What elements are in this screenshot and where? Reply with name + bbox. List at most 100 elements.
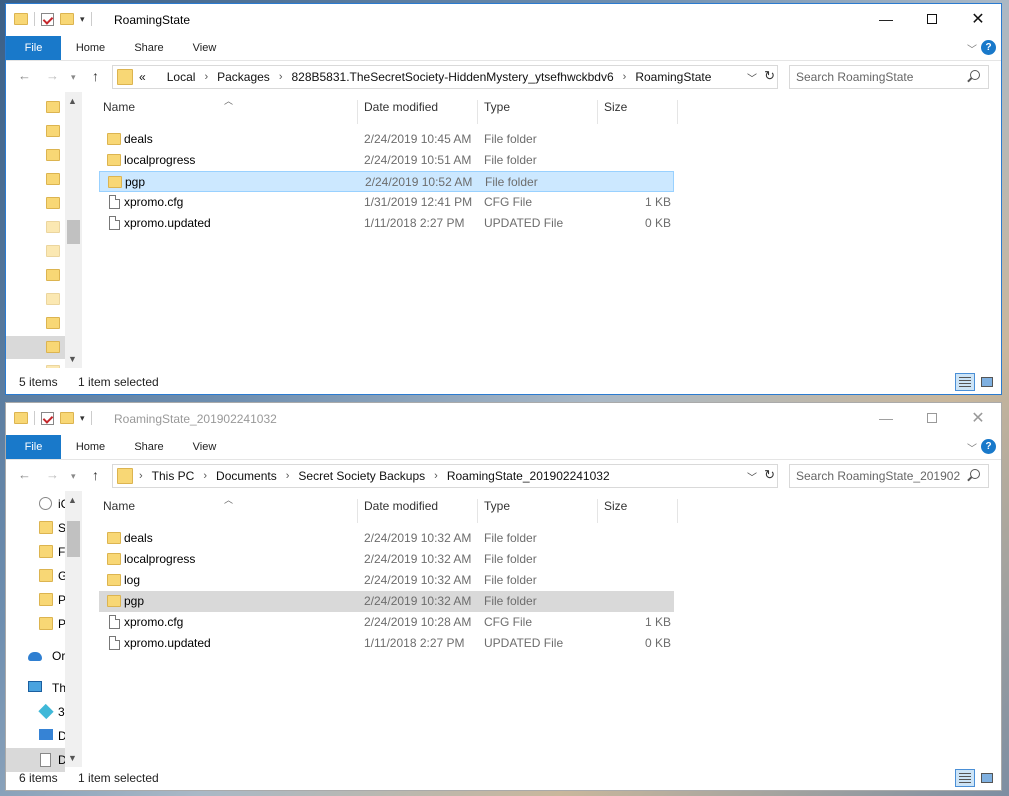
- new-folder-icon[interactable]: [60, 412, 74, 424]
- refresh-icon[interactable]: ↻: [764, 68, 775, 84]
- column-header-name[interactable]: Name: [103, 499, 135, 521]
- refresh-icon[interactable]: ↻: [764, 467, 775, 483]
- column-divider[interactable]: [477, 499, 478, 523]
- column-header-date[interactable]: Date modified: [364, 100, 438, 122]
- file-list[interactable]: ︿ Name Date modified Type Size deals 2/2…: [99, 491, 999, 767]
- back-button[interactable]: ←: [18, 68, 31, 83]
- tab-home[interactable]: Home: [68, 435, 113, 459]
- properties-icon[interactable]: [41, 12, 54, 26]
- details-view-button[interactable]: [955, 769, 975, 787]
- nav-item-icloud[interactable]: iC: [6, 492, 65, 516]
- table-row[interactable]: xpromo.updated 1/11/2018 2:27 PM UPDATED…: [99, 633, 674, 654]
- tab-file[interactable]: File: [6, 435, 61, 459]
- new-folder-icon[interactable]: [60, 13, 74, 25]
- column-divider[interactable]: [357, 499, 358, 523]
- nav-item[interactable]: [6, 360, 65, 368]
- column-divider[interactable]: [597, 499, 598, 523]
- search-icon[interactable]: [970, 70, 980, 80]
- search-icon[interactable]: [970, 469, 980, 479]
- nav-item-3d-objects[interactable]: 3: [6, 700, 65, 724]
- search-box[interactable]: [789, 464, 989, 488]
- customize-toolbar-icon[interactable]: ▾: [80, 413, 85, 424]
- title-bar[interactable]: ▾ RoamingState_201902241032 — ✕: [6, 403, 1001, 435]
- navigation-pane[interactable]: ▲ ▼: [6, 92, 82, 368]
- nav-item[interactable]: [6, 192, 65, 215]
- recent-locations-button[interactable]: ▾: [71, 72, 76, 83]
- tab-share[interactable]: Share: [124, 36, 174, 60]
- search-input[interactable]: [796, 70, 961, 84]
- nav-item[interactable]: [6, 288, 65, 311]
- tab-share[interactable]: Share: [124, 435, 174, 459]
- large-icons-view-button[interactable]: [977, 769, 997, 787]
- up-button[interactable]: ↑: [92, 467, 99, 483]
- nav-item[interactable]: [6, 312, 65, 335]
- navigation-pane[interactable]: iC S F G P P Or Th 3 D D ▲ ▼: [6, 491, 82, 772]
- explorer-window-backup[interactable]: ▾ RoamingState_201902241032 — ✕ File Hom…: [5, 402, 1002, 791]
- nav-item[interactable]: [6, 120, 65, 143]
- table-row[interactable]: localprogress 2/24/2019 10:51 AM File fo…: [99, 150, 674, 171]
- tab-file[interactable]: File: [6, 36, 61, 60]
- scroll-thumb[interactable]: [67, 220, 80, 244]
- breadcrumb-item[interactable]: Local: [167, 70, 196, 84]
- tab-view[interactable]: View: [182, 36, 227, 60]
- breadcrumb-overflow[interactable]: «: [139, 70, 146, 84]
- back-button[interactable]: ←: [18, 467, 31, 482]
- search-box[interactable]: [789, 65, 989, 89]
- table-row-selected[interactable]: pgp 2/24/2019 10:32 AM File folder: [99, 591, 674, 612]
- explorer-window-roamingstate[interactable]: ▾ RoamingState — ✕ File Home Share View …: [5, 3, 1002, 395]
- expand-ribbon-icon[interactable]: ﹀: [967, 41, 977, 56]
- up-button[interactable]: ↑: [92, 68, 99, 84]
- breadcrumb-item[interactable]: RoamingState: [635, 70, 711, 84]
- nav-item-desktop[interactable]: D: [6, 724, 65, 748]
- nav-item[interactable]: [6, 216, 65, 239]
- close-button[interactable]: ✕: [955, 4, 1001, 34]
- column-header-size[interactable]: Size: [604, 100, 627, 122]
- breadcrumb-item[interactable]: Secret Society Backups: [298, 469, 425, 483]
- minimize-button[interactable]: —: [863, 4, 909, 34]
- nav-item[interactable]: [6, 144, 65, 167]
- nav-item[interactable]: [6, 168, 65, 191]
- column-divider[interactable]: [597, 100, 598, 124]
- nav-item-selected[interactable]: [6, 336, 65, 359]
- breadcrumb-item[interactable]: Documents: [216, 469, 277, 483]
- nav-item[interactable]: [6, 96, 65, 119]
- chevron-right-icon[interactable]: ›: [286, 470, 290, 482]
- scroll-down-icon[interactable]: ▼: [68, 354, 77, 364]
- table-row[interactable]: log 2/24/2019 10:32 AM File folder: [99, 570, 674, 591]
- column-header-size[interactable]: Size: [604, 499, 627, 521]
- table-row[interactable]: xpromo.updated 1/11/2018 2:27 PM UPDATED…: [99, 213, 674, 234]
- nav-item-folder[interactable]: P: [6, 588, 65, 612]
- table-row[interactable]: deals 2/24/2019 10:45 AM File folder: [99, 129, 674, 150]
- scroll-up-icon[interactable]: ▲: [68, 495, 77, 505]
- address-bar[interactable]: « Local › Packages › 828B5831.TheSecretS…: [112, 65, 778, 89]
- column-divider[interactable]: [677, 100, 678, 124]
- chevron-right-icon[interactable]: ›: [203, 470, 207, 482]
- help-icon[interactable]: ?: [981, 439, 996, 454]
- expand-ribbon-icon[interactable]: ﹀: [967, 440, 977, 455]
- address-dropdown-icon[interactable]: ﹀: [747, 469, 757, 484]
- table-row[interactable]: xpromo.cfg 1/31/2019 12:41 PM CFG File 1…: [99, 192, 674, 213]
- title-bar[interactable]: ▾ RoamingState — ✕: [6, 4, 1001, 36]
- search-input[interactable]: [796, 469, 961, 483]
- table-row-selected[interactable]: pgp 2/24/2019 10:52 AM File folder: [99, 171, 674, 192]
- column-header-type[interactable]: Type: [484, 100, 510, 122]
- scroll-up-icon[interactable]: ▲: [68, 96, 77, 106]
- breadcrumb-item[interactable]: This PC: [152, 469, 195, 483]
- maximize-button[interactable]: [909, 403, 955, 433]
- nav-item-onedrive[interactable]: Or: [6, 644, 65, 668]
- minimize-button[interactable]: —: [863, 403, 909, 433]
- nav-item[interactable]: [6, 240, 65, 263]
- column-divider[interactable]: [677, 499, 678, 523]
- chevron-right-icon[interactable]: ›: [204, 71, 208, 83]
- customize-toolbar-icon[interactable]: ▾: [80, 14, 85, 25]
- nav-scrollbar[interactable]: ▲ ▼: [65, 92, 82, 368]
- scroll-thumb[interactable]: [67, 521, 80, 557]
- nav-item-folder[interactable]: F: [6, 540, 65, 564]
- column-divider[interactable]: [477, 100, 478, 124]
- address-dropdown-icon[interactable]: ﹀: [747, 70, 757, 85]
- chevron-right-icon[interactable]: ›: [434, 470, 438, 482]
- chevron-right-icon[interactable]: ›: [623, 71, 627, 83]
- chevron-right-icon[interactable]: ›: [279, 71, 283, 83]
- column-divider[interactable]: [357, 100, 358, 124]
- tab-home[interactable]: Home: [68, 36, 113, 60]
